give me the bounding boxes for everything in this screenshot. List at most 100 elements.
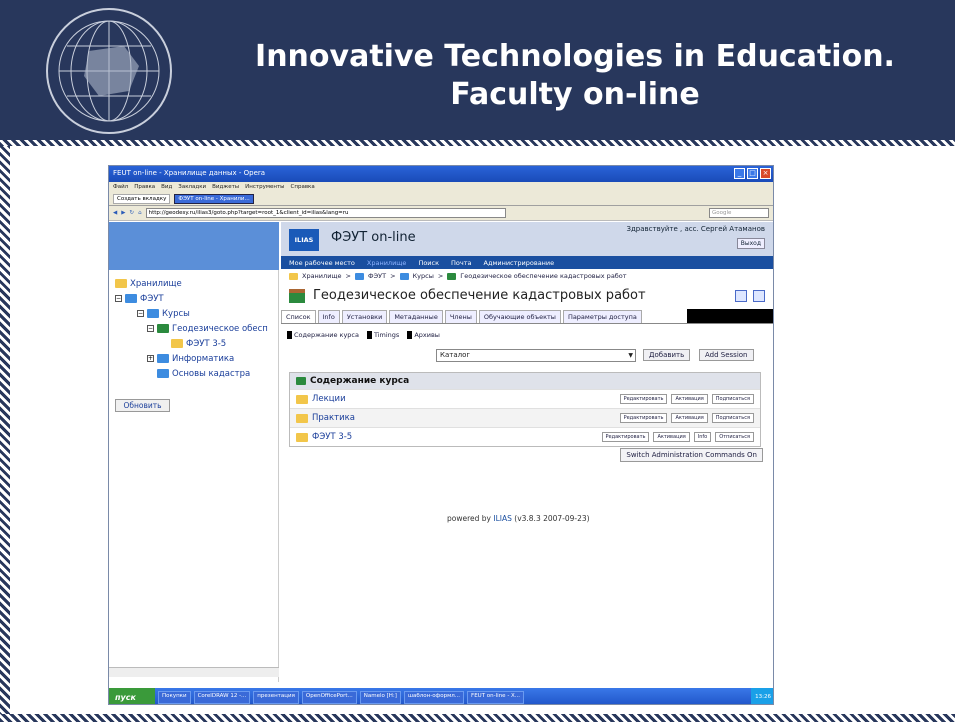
folder-icon [296, 413, 308, 423]
version-text: (v3.8.3 2007-09-23) [514, 514, 590, 523]
nav-admin[interactable]: Администрирование [484, 259, 555, 267]
faculty-logo [46, 8, 172, 134]
refresh-button[interactable]: Обновить [115, 399, 170, 412]
reload-icon[interactable]: ↻ [129, 210, 134, 216]
list-item[interactable]: Лекции Редактировать Активация Подписать… [290, 389, 760, 408]
taskbar-item[interactable]: OpenOfficePort... [301, 690, 357, 704]
browser-screenshot: FEUT on-line - Хранилище данных - Opera … [108, 165, 774, 705]
minimize-icon[interactable]: _ [734, 168, 745, 179]
menu-help[interactable]: Справка [291, 184, 315, 191]
activation-button[interactable]: Активация [653, 432, 690, 442]
edit-button[interactable]: Редактировать [601, 432, 650, 442]
collapse-icon[interactable]: − [147, 325, 154, 332]
add-button[interactable]: Добавить [643, 349, 691, 361]
taskbar-item[interactable]: CorelDRAW 12 -... [193, 690, 251, 704]
nav-desktop[interactable]: Мое рабочее место [289, 259, 355, 267]
menu-edit[interactable]: Правка [134, 184, 155, 191]
collapse-icon[interactable]: − [115, 295, 122, 302]
close-icon[interactable]: × [760, 168, 771, 179]
content-header-label: Содержание курса [310, 376, 410, 386]
system-clock: 13:26 [751, 688, 773, 704]
tree-item-informatics[interactable]: + Информатика [115, 351, 278, 366]
nav-mail[interactable]: Почта [451, 259, 471, 267]
menu-bookmarks[interactable]: Закладки [178, 184, 206, 191]
subtab-label: Архивы [414, 331, 440, 339]
taskbar-item[interactable]: Покупки [158, 690, 191, 704]
menu-tools[interactable]: Инструменты [245, 184, 284, 191]
list-item[interactable]: ФЭУТ 3-5 Редактировать Активация Info От… [290, 427, 760, 446]
menu-view[interactable]: Вид [161, 184, 172, 191]
taskbar-item[interactable]: презентация [253, 690, 299, 704]
edit-button[interactable]: Редактировать [619, 413, 668, 423]
folder-icon [399, 272, 409, 280]
subtab-content[interactable]: Содержание курса [287, 331, 359, 339]
object-type-select[interactable]: Каталог [436, 349, 636, 362]
subscribe-button[interactable]: Подписаться [711, 413, 754, 423]
nav-search[interactable]: Поиск [418, 259, 439, 267]
browser-current-tab[interactable]: ФЭУТ on-line - Хранили... [174, 194, 254, 204]
taskbar-item[interactable]: шаблон-оформл... [403, 690, 465, 704]
crumb-feut[interactable]: ФЭУТ [368, 272, 386, 280]
folder-icon [355, 272, 364, 280]
search-input[interactable]: Google [709, 208, 769, 218]
tab-access[interactable]: Параметры доступа [562, 310, 642, 323]
back-icon[interactable]: ◀ [113, 210, 117, 216]
list-item-label[interactable]: Практика [312, 413, 355, 423]
tree-item-geodesy[interactable]: − Геодезическое обесп [115, 321, 278, 336]
activation-button[interactable]: Активация [671, 394, 708, 404]
menu-file[interactable]: Файл [113, 184, 128, 191]
up-icon[interactable] [735, 290, 747, 302]
menu-widgets[interactable]: Виджеты [212, 184, 239, 191]
list-item-label[interactable]: ФЭУТ 3-5 [312, 432, 352, 442]
course-icon [447, 272, 457, 280]
crumb-geodesy[interactable]: Геодезическое обеспечение кадастровых ра… [460, 272, 626, 280]
tree-item-repository[interactable]: Хранилище [115, 276, 278, 291]
logout-button[interactable]: Выход [736, 238, 765, 249]
activation-button[interactable]: Активация [671, 413, 708, 423]
crumb-courses[interactable]: Курсы [413, 272, 434, 280]
tab-metadata[interactable]: Метаданные [389, 310, 443, 323]
unsubscribe-button[interactable]: Отписаться [715, 432, 754, 442]
expand-icon[interactable]: + [147, 355, 154, 362]
forward-icon[interactable]: ▶ [121, 210, 125, 216]
tree-item-cadastre[interactable]: Основы кадастра [115, 366, 278, 381]
tab-learning-objects[interactable]: Обучающие объекты [478, 310, 561, 323]
taskbar-item[interactable]: FEUT on-line - X... [467, 690, 525, 704]
tree-item-feut35[interactable]: ФЭУТ 3-5 [115, 336, 278, 351]
list-item[interactable]: Практика Редактировать Активация Подписа… [290, 408, 760, 427]
tree-item-feut[interactable]: − ФЭУТ [115, 291, 278, 306]
crumb-repository[interactable]: Хранилище [302, 272, 342, 280]
horizontal-scrollbar[interactable] [109, 667, 279, 677]
maximize-icon[interactable]: □ [747, 168, 758, 179]
layout-icon[interactable] [753, 290, 765, 302]
subscribe-button[interactable]: Подписаться [711, 394, 754, 404]
nav-repository[interactable]: Хранилище [367, 259, 407, 267]
collapse-icon[interactable]: − [137, 310, 144, 317]
tab-members[interactable]: Члены [444, 310, 477, 323]
subtab-archives[interactable]: Архивы [407, 331, 440, 339]
add-session-button[interactable]: Add Session [699, 349, 754, 361]
page-title: Геодезическое обеспечение кадастровых ра… [313, 288, 646, 303]
taskbar-item[interactable]: Namelo [H:] [359, 690, 401, 704]
slide-title-line1: Innovative Technologies in Education. [255, 39, 895, 74]
folder-icon [147, 309, 159, 318]
powered-by: powered by ILIAS (v3.8.3 2007-09-23) [447, 514, 590, 523]
tab-settings[interactable]: Установки [341, 310, 388, 323]
tab-info[interactable]: Info [317, 310, 340, 323]
slide: Innovative Technologies in Education. Fa… [0, 0, 955, 722]
tab-list[interactable]: Список [281, 310, 316, 323]
powered-prefix: powered by [447, 514, 491, 523]
url-input[interactable]: http://geodesy.ru/ilias3/goto.php?target… [145, 208, 506, 218]
ilias-link[interactable]: ILIAS [493, 514, 512, 523]
folder-icon [125, 294, 137, 303]
info-button[interactable]: Info [693, 432, 712, 442]
home-icon[interactable]: ⌂ [138, 210, 142, 216]
subtab-timings[interactable]: Timings [366, 331, 399, 339]
list-item-label[interactable]: Лекции [312, 394, 346, 404]
admin-commands-button[interactable]: Switch Administration Commands On [620, 448, 763, 462]
edit-button[interactable]: Редактировать [619, 394, 668, 404]
new-tab-button[interactable]: Создать вкладку [113, 194, 171, 204]
start-button[interactable]: пуск [109, 688, 155, 704]
ilias-logo: ILIAS [289, 229, 319, 251]
tree-item-courses[interactable]: − Курсы [115, 306, 278, 321]
